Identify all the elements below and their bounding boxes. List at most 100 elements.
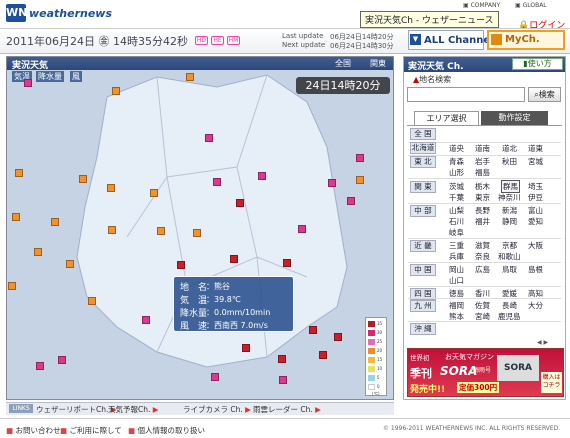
station-marker[interactable] <box>347 197 355 205</box>
pref-link[interactable]: 岡山 <box>449 264 464 275</box>
tab-area-select[interactable]: エリア選択 <box>414 111 479 125</box>
tab-action-settings[interactable]: 動作設定 <box>481 111 548 125</box>
tab-wind[interactable]: 風 <box>70 71 82 82</box>
pref-link[interactable]: 道北 <box>502 143 517 154</box>
station-marker[interactable] <box>334 333 342 341</box>
station-marker[interactable] <box>279 376 287 384</box>
pref-link[interactable]: 青森 <box>449 156 464 167</box>
station-marker[interactable] <box>236 199 244 207</box>
station-marker[interactable] <box>319 351 327 359</box>
station-marker[interactable] <box>79 175 87 183</box>
search-input[interactable] <box>407 87 525 102</box>
pref-link[interactable]: 福島 <box>475 167 490 178</box>
region-chugoku[interactable]: 中 国 <box>410 264 436 276</box>
hd-chip[interactable]: HD <box>195 36 208 45</box>
station-marker[interactable] <box>193 229 201 237</box>
station-marker[interactable] <box>58 356 66 364</box>
pref-link[interactable]: 兵庫 <box>449 251 464 262</box>
station-marker[interactable] <box>107 184 115 192</box>
station-marker[interactable] <box>108 226 116 234</box>
pref-link[interactable]: 大分 <box>528 300 543 311</box>
pref-link[interactable]: 千葉 <box>449 192 464 203</box>
region-kanto[interactable]: 関 東 <box>410 181 436 193</box>
region-chubu[interactable]: 中 部 <box>410 205 436 217</box>
pref-link[interactable]: 東京 <box>475 192 490 203</box>
station-marker[interactable] <box>88 297 96 305</box>
pref-link[interactable]: 三重 <box>449 240 464 251</box>
station-marker[interactable] <box>205 134 213 142</box>
search-button[interactable]: ⌕検索 <box>528 87 561 102</box>
station-marker[interactable] <box>177 261 185 269</box>
company-link[interactable]: ▣ COMPANY <box>463 2 500 9</box>
station-marker[interactable] <box>142 316 150 324</box>
region-tohoku[interactable]: 東 北 <box>410 156 436 168</box>
station-marker[interactable] <box>157 227 165 235</box>
station-marker[interactable] <box>15 169 23 177</box>
link-rain-radar[interactable]: 雨雲レーダー Ch. ▶ <box>253 404 321 415</box>
pref-link[interactable]: 奈良 <box>475 251 490 262</box>
pref-link[interactable]: 宮城 <box>528 156 543 167</box>
pref-link[interactable]: 栃木 <box>475 181 490 192</box>
pref-link[interactable]: 和歌山 <box>498 251 521 262</box>
pref-link[interactable]: 佐賀 <box>475 300 490 311</box>
station-marker[interactable] <box>242 344 250 352</box>
pref-link[interactable]: 岐阜 <box>449 227 464 238</box>
tab-precipitation[interactable]: 降水量 <box>36 71 64 82</box>
pref-link[interactable]: 秋田 <box>502 156 517 167</box>
pref-link[interactable]: 神奈川 <box>498 192 521 203</box>
region-hokkaido[interactable]: 北海道 <box>410 142 436 154</box>
pref-link[interactable]: 大阪 <box>528 240 543 251</box>
pref-link[interactable]: 道央 <box>449 143 464 154</box>
pref-link[interactable]: 山口 <box>449 275 464 286</box>
link-weather-report[interactable]: ウェザーリポートCh. ▶ <box>36 404 117 415</box>
station-marker[interactable] <box>34 248 42 256</box>
weathernews-logo-text[interactable]: weathernews <box>29 7 112 20</box>
pref-link[interactable]: 静岡 <box>502 216 517 227</box>
pref-link[interactable]: 山梨 <box>449 205 464 216</box>
pref-link[interactable]: 伊豆 <box>528 192 543 203</box>
region-kyushu[interactable]: 九 州 <box>410 300 436 312</box>
pref-link[interactable]: 石川 <box>449 216 464 227</box>
pref-link[interactable]: 愛知 <box>528 216 543 227</box>
zenkoku-link[interactable]: 全国 <box>335 58 351 69</box>
region-kinki[interactable]: 近 畿 <box>410 240 436 252</box>
global-link[interactable]: ▣ GLOBAL <box>515 2 547 9</box>
footer-terms[interactable]: ■ ご利用に際して <box>60 425 122 436</box>
banner-buy-button[interactable]: 購入はコチラ <box>541 372 562 393</box>
station-marker[interactable] <box>51 218 59 226</box>
station-marker[interactable] <box>24 79 32 87</box>
station-marker[interactable] <box>211 373 219 381</box>
he-chip[interactable]: HE <box>211 36 224 45</box>
pref-link[interactable]: 道南 <box>475 143 490 154</box>
pref-link[interactable]: 福井 <box>475 216 490 227</box>
station-marker[interactable] <box>356 154 364 162</box>
station-marker[interactable] <box>356 176 364 184</box>
station-marker[interactable] <box>12 213 20 221</box>
region-all-japan[interactable]: 全 国 <box>410 128 436 140</box>
station-marker[interactable] <box>298 225 306 233</box>
pref-link[interactable]: 鳥取 <box>502 264 517 275</box>
station-marker[interactable] <box>150 189 158 197</box>
pref-link[interactable]: 島根 <box>528 264 543 275</box>
pref-link[interactable]: 広島 <box>475 264 490 275</box>
pref-link[interactable]: 滋賀 <box>475 240 490 251</box>
pref-link[interactable]: 岩手 <box>475 156 490 167</box>
station-marker[interactable] <box>8 282 16 290</box>
pref-link[interactable]: 茨城 <box>449 181 464 192</box>
station-marker[interactable] <box>112 87 120 95</box>
station-marker[interactable] <box>213 178 221 186</box>
station-marker[interactable] <box>230 255 238 263</box>
link-live-camera[interactable]: ライブカメラ Ch. ▶ <box>183 404 251 415</box>
link-forecast[interactable]: 天気予報Ch. ▶ <box>108 404 159 415</box>
pref-link[interactable]: 長野 <box>475 205 490 216</box>
pref-link[interactable]: 京都 <box>502 240 517 251</box>
howto-button[interactable]: ▮使い方 <box>512 58 563 70</box>
pref-link[interactable]: 長崎 <box>502 300 517 311</box>
footer-privacy[interactable]: ■ 個人情報の取り扱い <box>128 425 205 436</box>
station-marker[interactable] <box>309 326 317 334</box>
pref-link[interactable]: 福岡 <box>449 300 464 311</box>
station-marker[interactable] <box>278 355 286 363</box>
pref-link[interactable]: 道東 <box>528 143 543 154</box>
station-marker[interactable] <box>328 179 336 187</box>
pref-link[interactable]: 山形 <box>449 167 464 178</box>
